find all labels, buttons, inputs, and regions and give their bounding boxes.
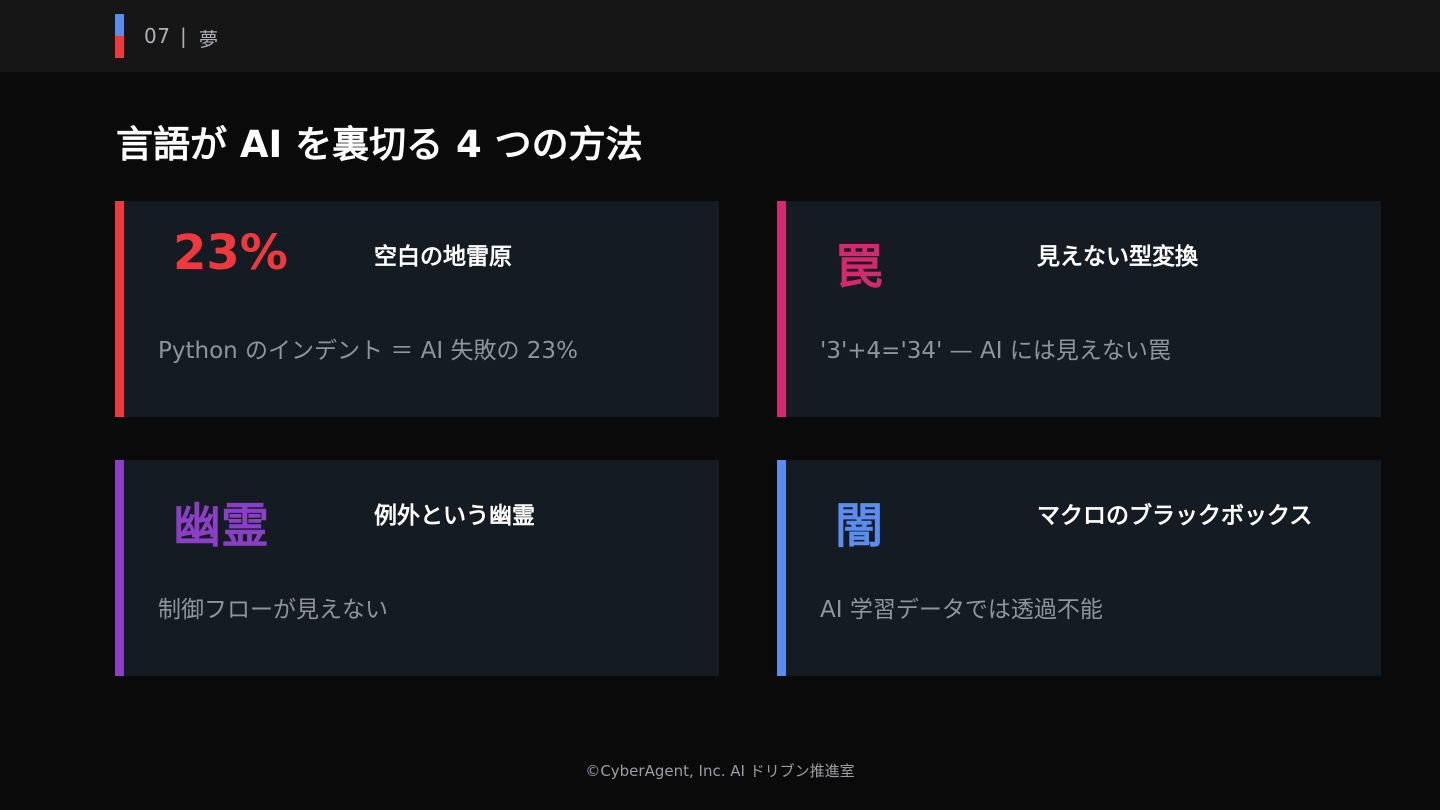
section-separator: | [180, 24, 187, 48]
slide: 07 | 夢 言語が AI を裏切る 4 つの方法 23% 空白の地雷原 Pyt… [0, 0, 1440, 810]
footer-copyright: ©CyberAgent, Inc. AI ドリブン推進室 [585, 762, 855, 780]
card-heading: 空白の地雷原 [374, 244, 512, 270]
card-type-coercion: 罠 見えない型変換 '3'+4='34' — AI には見えない罠 [777, 201, 1381, 417]
card-accent-bar [115, 201, 124, 417]
section-number: 07 [144, 24, 171, 48]
section-marker [115, 14, 124, 58]
card-accent-bar [777, 201, 786, 417]
card-exceptions: 幽霊 例外という幽霊 制御フローが見えない [115, 460, 719, 676]
card-macros: 闇 マクロのブラックボックス AI 学習データでは透過不能 [777, 460, 1381, 676]
card-heading: マクロのブラックボックス [1037, 503, 1313, 529]
page-title: 言語が AI を裏切る 4 つの方法 [116, 123, 643, 166]
card-big-kanji: 幽霊 [173, 498, 270, 554]
card-description: 制御フローが見えない [158, 597, 388, 623]
card-heading: 見えない型変換 [1037, 244, 1198, 270]
card-accent-bar [777, 460, 786, 676]
card-whitespace: 23% 空白の地雷原 Python のインデント ＝ AI 失敗の 23% [115, 201, 719, 417]
card-big-kanji: 罠 [835, 239, 884, 295]
card-heading: 例外という幽霊 [374, 503, 535, 529]
card-description: Python のインデント ＝ AI 失敗の 23% [158, 338, 578, 364]
header-bar: 07 | 夢 [0, 0, 1440, 72]
card-big-stat: 23% [173, 225, 288, 281]
card-description: AI 学習データでは透過不能 [820, 597, 1103, 623]
card-big-kanji: 闇 [835, 498, 884, 554]
section-title: 夢 [199, 29, 219, 51]
card-description: '3'+4='34' — AI には見えない罠 [820, 338, 1171, 364]
card-accent-bar [115, 460, 124, 676]
